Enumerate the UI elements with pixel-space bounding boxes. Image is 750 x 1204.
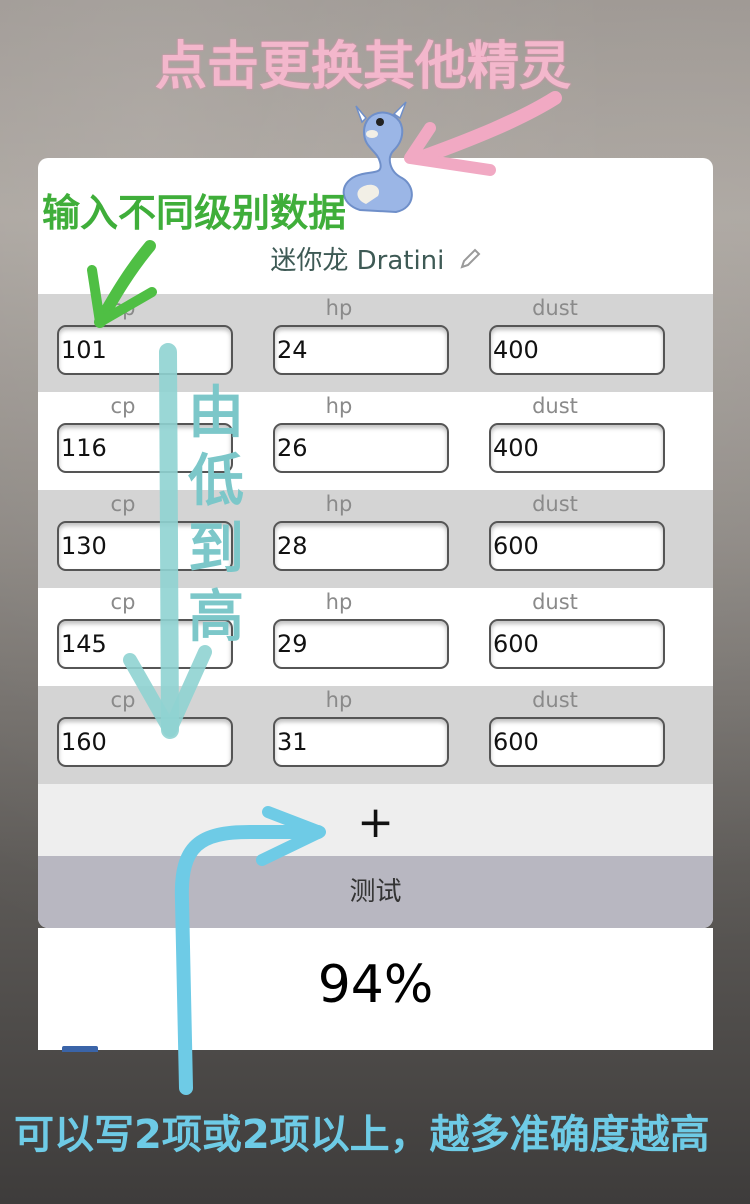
hp-label: hp	[325, 492, 353, 516]
dust-label: dust	[532, 688, 578, 712]
annotation-more-rows: 可以写2项或2项以上，越多准确度越高	[14, 1112, 710, 1158]
cp-input[interactable]: 101	[57, 325, 233, 375]
test-button[interactable]: 测试	[38, 856, 713, 928]
result-percentage: 94%	[317, 955, 434, 1015]
hp-label: hp	[325, 590, 353, 614]
cp-input[interactable]: 160	[57, 717, 233, 767]
partial-icon	[62, 1046, 98, 1052]
hp-input[interactable]: 29	[273, 619, 449, 669]
stat-row: cp hp dust 101 24 400	[38, 294, 713, 392]
hp-input[interactable]: 26	[273, 423, 449, 473]
hp-input[interactable]: 28	[273, 521, 449, 571]
stat-row: cp hp dust 130 28 600	[38, 490, 713, 588]
hp-input[interactable]: 24	[273, 325, 449, 375]
pokemon-name: 迷你龙 Dratini	[270, 246, 445, 276]
dust-input[interactable]: 400	[489, 423, 665, 473]
dust-label: dust	[532, 590, 578, 614]
annotation-change-pokemon: 点击更换其他精灵	[155, 37, 572, 97]
cp-label: cp	[110, 688, 136, 712]
dust-label: dust	[532, 394, 578, 418]
hp-label: hp	[325, 394, 353, 418]
pencil-icon[interactable]	[459, 247, 481, 277]
stat-row: cp hp dust 145 29 600	[38, 588, 713, 686]
stat-row: cp hp dust 116 26 400	[38, 392, 713, 490]
cp-label: cp	[110, 394, 136, 418]
hp-label: hp	[325, 688, 353, 712]
cp-label: cp	[110, 492, 136, 516]
annotation-input-hint: 输入不同级别数据	[42, 191, 347, 235]
dust-input[interactable]: 600	[489, 619, 665, 669]
hp-label: hp	[325, 296, 353, 320]
hp-input[interactable]: 31	[273, 717, 449, 767]
pokemon-name-row[interactable]: 迷你龙 Dratini	[38, 240, 713, 280]
cp-label: cp	[110, 590, 136, 614]
dust-input[interactable]: 600	[489, 521, 665, 571]
stat-row: cp hp dust 160 31 600	[38, 686, 713, 784]
dust-input[interactable]: 600	[489, 717, 665, 767]
dust-label: dust	[532, 296, 578, 320]
add-row-button[interactable]: +	[38, 784, 713, 856]
dust-input[interactable]: 400	[489, 325, 665, 375]
cp-label: cp	[110, 296, 136, 320]
annotation-low-to-high: 由低到高	[188, 381, 244, 650]
dust-label: dust	[532, 492, 578, 516]
